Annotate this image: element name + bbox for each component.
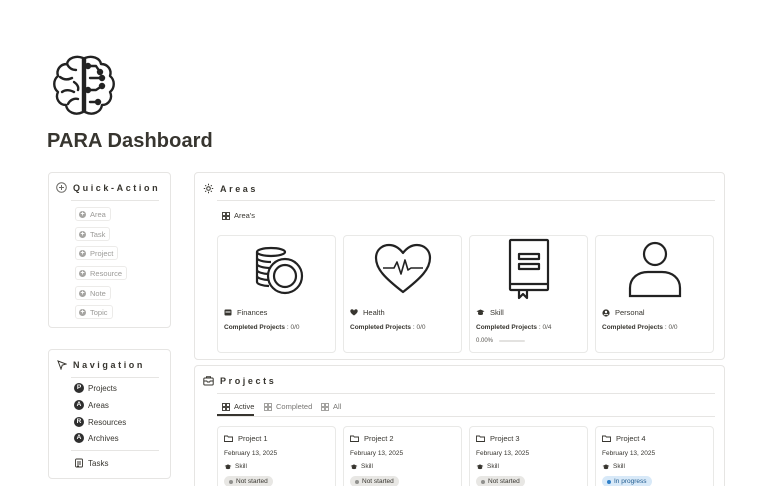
plus-icon: + — [79, 230, 86, 238]
plus-icon: + — [79, 210, 86, 218]
brain-icon — [53, 55, 115, 115]
areas-view-tab[interactable]: Area's — [222, 211, 255, 220]
status-badge: Not started — [224, 476, 273, 486]
coins-icon — [255, 246, 303, 295]
project-card[interactable]: Project 3 February 13, 2025 Skill Not st… — [469, 426, 588, 486]
project-name: Project 3 — [490, 434, 520, 443]
projects-title: Projects — [220, 376, 277, 386]
completed-projects-stat: Completed Projects : 0/0 — [350, 324, 426, 331]
quick-action-panel: Quick-Action + Area + Task + Project + Resou… — [48, 172, 171, 328]
letter-a-icon: A — [74, 400, 84, 410]
area-card-skill[interactable]: Skill Completed Projects : 0/4 0.00% — [469, 235, 588, 353]
project-date: February 13, 2025 — [224, 450, 278, 457]
wallet-icon — [224, 309, 232, 316]
area-card-finances[interactable]: Finances Completed Projects : 0/0 — [217, 235, 336, 353]
gallery-icon — [321, 402, 329, 411]
tab-completed[interactable]: Completed — [264, 402, 312, 411]
quick-action-resource-button[interactable]: + Resource — [75, 266, 128, 280]
progress-bar — [499, 340, 526, 342]
area-card-personal[interactable]: Personal Completed Projects : 0/0 — [595, 235, 714, 353]
graduation-cap-icon — [350, 463, 358, 469]
letter-a-icon: A — [74, 433, 84, 443]
nav-item-archives[interactable]: A Archives — [74, 433, 119, 443]
project-name: Project 2 — [364, 434, 394, 443]
heart-icon — [350, 309, 358, 316]
gallery-icon — [264, 402, 272, 411]
quick-action-topic-button[interactable]: + Topic — [75, 305, 113, 319]
areas-panel: Areas Area's Finances Completed Projects… — [194, 172, 725, 360]
area-name: Personal — [602, 308, 645, 317]
letter-p-icon: P — [74, 383, 84, 393]
completed-projects-stat: Completed Projects : 0/4 — [476, 324, 552, 331]
nav-item-tasks[interactable]: Tasks — [74, 458, 108, 468]
project-area: Skill — [350, 463, 373, 470]
folder-icon — [476, 435, 485, 442]
checklist-icon — [75, 458, 83, 468]
project-card[interactable]: Project 2 February 13, 2025 Skill Not st… — [343, 426, 462, 486]
areas-title: Areas — [220, 183, 259, 194]
area-name: Finances — [224, 308, 267, 317]
plus-icon: + — [79, 308, 86, 316]
project-card[interactable]: Project 4 February 13, 2025 Skill In pro… — [595, 426, 714, 486]
plus-icon: + — [79, 269, 86, 277]
project-name: Project 4 — [616, 434, 646, 443]
graduation-cap-icon — [476, 309, 485, 315]
tab-active[interactable]: Active — [222, 402, 254, 411]
navigation-panel: Navigation P Projects A Areas R Resources A… — [48, 349, 171, 479]
graduation-cap-icon — [602, 463, 610, 469]
folder-icon — [350, 435, 359, 442]
nav-item-areas[interactable]: A Areas — [74, 400, 109, 410]
project-card[interactable]: Project 1 February 13, 2025 Skill Not st… — [217, 426, 336, 486]
quick-action-area-button[interactable]: + Area — [75, 207, 111, 221]
quick-action-task-button[interactable]: + Task — [75, 227, 111, 241]
page-title: PARA Dashboard — [47, 130, 213, 152]
cursor-arrow-icon — [57, 360, 67, 370]
area-name: Health — [350, 308, 385, 317]
gallery-icon — [222, 402, 230, 411]
projects-header: Projects — [203, 376, 276, 386]
plus-icon: + — [79, 289, 86, 297]
quick-action-title: Quick-Action — [73, 182, 161, 193]
completed-projects-stat: Completed Projects : 0/0 — [602, 324, 678, 331]
gear-icon — [203, 183, 214, 194]
tab-all[interactable]: All — [321, 402, 341, 411]
quick-action-project-button[interactable]: + Project — [75, 246, 119, 260]
quick-action-header: Quick-Action — [56, 182, 160, 193]
nav-item-resources[interactable]: R Resources — [74, 417, 126, 427]
gallery-icon — [222, 211, 230, 220]
graduation-cap-icon — [224, 463, 232, 469]
areas-header: Areas — [203, 183, 258, 194]
nav-item-projects[interactable]: P Projects — [74, 383, 117, 393]
folder-icon — [602, 435, 611, 442]
navigation-header: Navigation — [57, 360, 145, 370]
project-date: February 13, 2025 — [602, 450, 656, 457]
status-badge: Not started — [476, 476, 525, 486]
project-area: Skill — [224, 463, 247, 470]
letter-r-icon: R — [74, 417, 84, 427]
project-area: Skill — [476, 463, 499, 470]
projects-panel: Projects Active Completed All Project 1 … — [194, 365, 725, 486]
user-circle-icon — [602, 308, 610, 317]
folder-icon — [224, 435, 233, 442]
book-icon — [508, 238, 549, 300]
area-name: Skill — [476, 308, 504, 317]
status-badge: In progress — [602, 476, 652, 486]
status-badge: Not started — [350, 476, 399, 486]
progress-indicator: 0.00% — [476, 338, 526, 344]
project-date: February 13, 2025 — [476, 450, 530, 457]
navigation-title: Navigation — [73, 360, 146, 370]
plus-icon: + — [79, 249, 86, 257]
plus-circle-icon — [56, 182, 67, 193]
person-icon — [628, 241, 681, 298]
project-date: February 13, 2025 — [350, 450, 404, 457]
area-card-health[interactable]: Health Completed Projects : 0/0 — [343, 235, 462, 353]
project-name: Project 1 — [238, 434, 268, 443]
quick-action-note-button[interactable]: + Note — [75, 286, 111, 300]
inbox-icon — [203, 376, 214, 386]
graduation-cap-icon — [476, 463, 484, 469]
heartbeat-icon — [374, 243, 431, 294]
project-area: Skill — [602, 463, 625, 470]
completed-projects-stat: Completed Projects : 0/0 — [224, 324, 300, 331]
